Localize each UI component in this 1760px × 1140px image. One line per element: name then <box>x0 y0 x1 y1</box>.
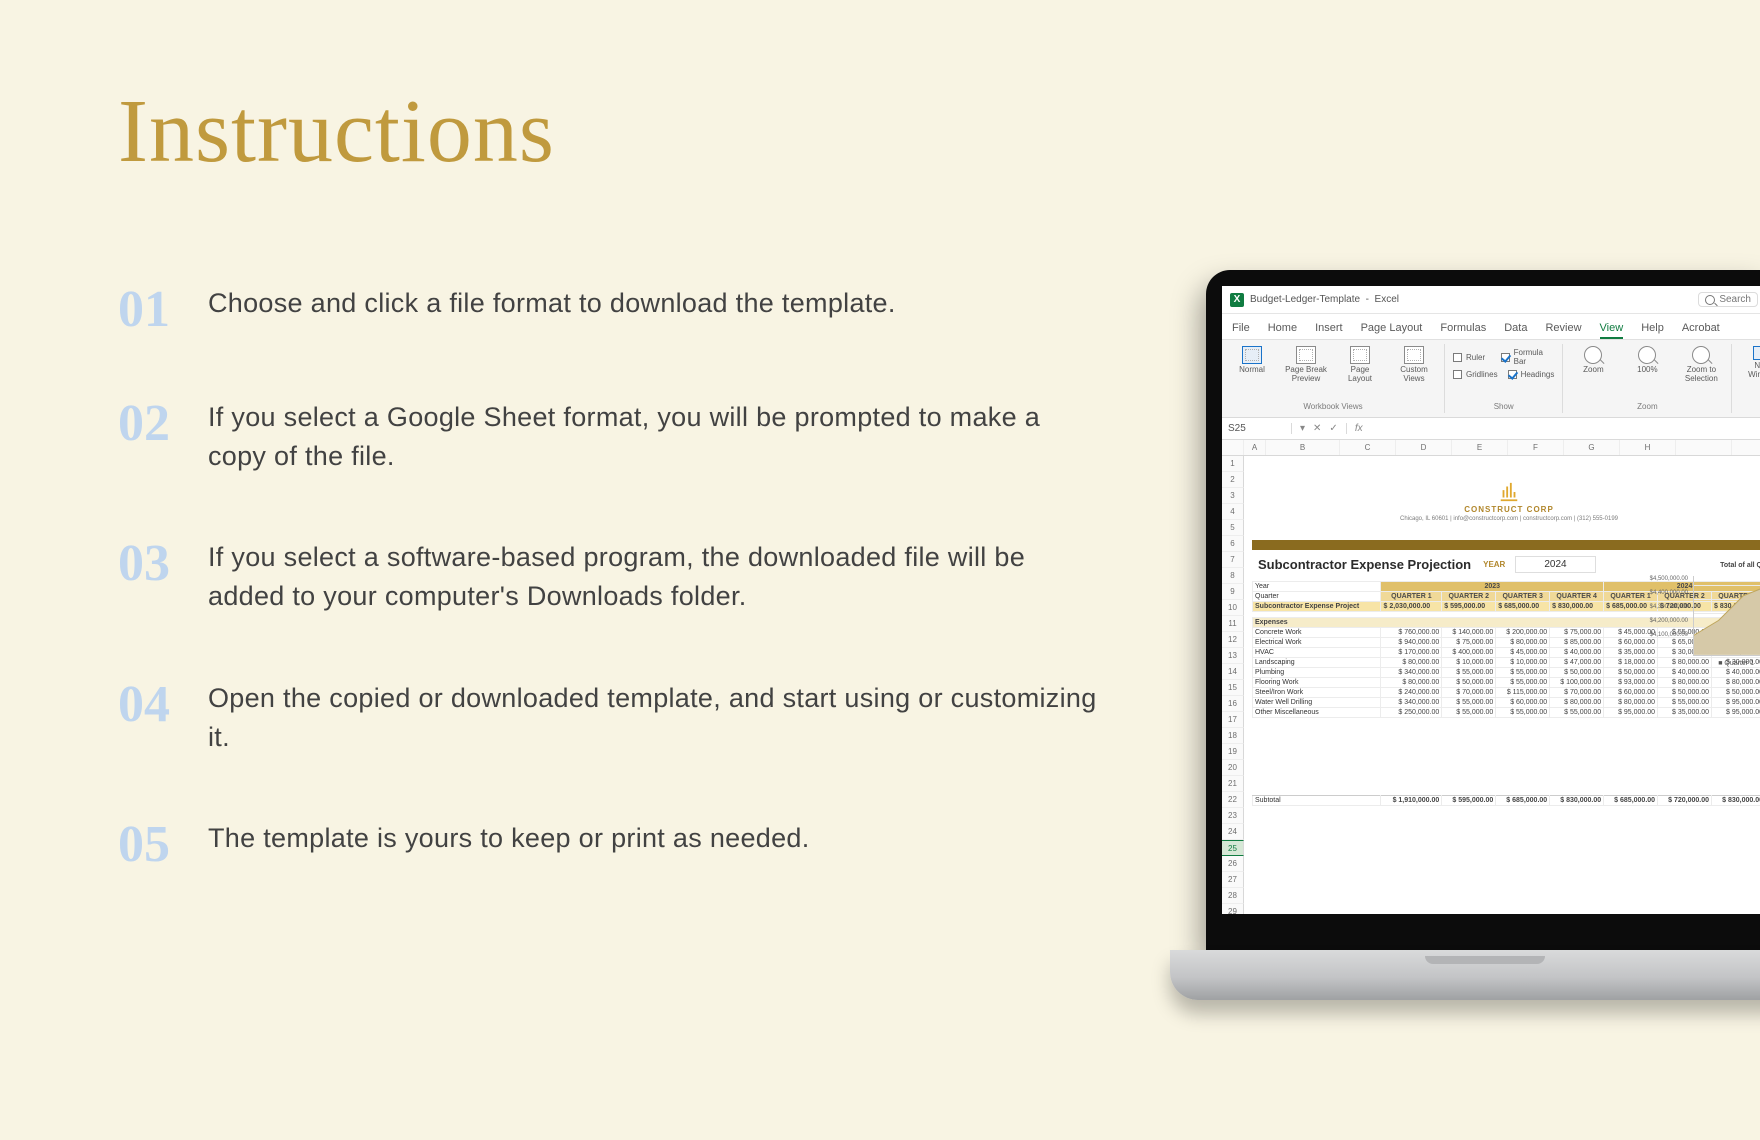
tab-data[interactable]: Data <box>1504 322 1527 339</box>
search-input[interactable]: Search <box>1698 292 1758 307</box>
gridlines-checkbox[interactable]: Gridlines <box>1453 370 1498 379</box>
tab-view[interactable]: View <box>1600 322 1624 339</box>
ribbon: Normal Page Break Preview Page Layout Cu… <box>1222 340 1760 418</box>
area-chart <box>1693 576 1760 656</box>
zoom-100-button[interactable]: 100% <box>1625 346 1669 375</box>
chart-ytick: $4,400,000.00 <box>1650 590 1688 596</box>
year-value[interactable]: 2024 <box>1515 556 1595 573</box>
chart-legend: ■ Quarter 1 <box>1718 660 1754 667</box>
formula-bar-checkbox[interactable]: Formula Bar <box>1501 348 1554 366</box>
year-label: YEAR <box>1483 560 1505 569</box>
search-icon <box>1705 295 1715 305</box>
step-number: 02 <box>118 394 208 450</box>
formula-bar: S25 ▾✕✓ fx <box>1222 418 1760 440</box>
company-header: CONSTRUCT CORP Chicago, IL 60601 | info@… <box>1252 466 1760 536</box>
divider-bar <box>1252 540 1760 550</box>
step-text: If you select a Google Sheet format, you… <box>208 394 1098 476</box>
row-headers: 1234567891011121314151617181920212223242… <box>1222 456 1244 914</box>
ribbon-tabs: File Home Insert Page Layout Formulas Da… <box>1222 314 1760 340</box>
tab-formulas[interactable]: Formulas <box>1440 322 1486 339</box>
excel-window: Budget-Ledger-Template - Excel Search Fi… <box>1222 286 1760 914</box>
tab-insert[interactable]: Insert <box>1315 322 1343 339</box>
chart-ytick: $4,300,000.00 <box>1650 604 1688 610</box>
step-text: Open the copied or downloaded template, … <box>208 675 1098 757</box>
page-break-preview-button[interactable]: Page Break Preview <box>1284 346 1328 384</box>
company-sub: Chicago, IL 60601 | info@constructcorp.c… <box>1400 516 1618 522</box>
list-item: 04 Open the copied or downloaded templat… <box>118 675 1098 757</box>
page-title: Instructions <box>118 80 555 183</box>
zoom-icon <box>1692 346 1710 364</box>
list-item: 01 Choose and click a file format to dow… <box>118 280 1098 336</box>
ruler-checkbox[interactable]: Ruler <box>1453 348 1485 366</box>
document-area: CONSTRUCT CORP Chicago, IL 60601 | info@… <box>1244 456 1760 914</box>
tab-home[interactable]: Home <box>1268 322 1297 339</box>
group-label: Show <box>1494 402 1514 411</box>
column-headers: AB C DE FG H <box>1222 440 1760 456</box>
building-icon <box>1498 481 1520 503</box>
window-icon <box>1753 346 1760 360</box>
fx-label: fx <box>1347 423 1371 434</box>
zoom-icon <box>1584 346 1602 364</box>
title-bar: Budget-Ledger-Template - Excel Search <box>1222 286 1760 314</box>
tab-acrobat[interactable]: Acrobat <box>1682 322 1720 339</box>
name-box[interactable]: S25 <box>1222 423 1292 434</box>
group-label: Zoom <box>1637 402 1657 411</box>
step-text: The template is yours to keep or print a… <box>208 815 810 858</box>
group-label: Workbook Views <box>1303 402 1362 411</box>
step-number: 03 <box>118 534 208 590</box>
step-text: If you select a software-based program, … <box>208 534 1098 616</box>
zoom-selection-button[interactable]: Zoom to Selection <box>1679 346 1723 384</box>
list-item: 02 If you select a Google Sheet format, … <box>118 394 1098 476</box>
normal-view-button[interactable]: Normal <box>1230 346 1274 375</box>
company-name: CONSTRUCT CORP <box>1464 505 1554 514</box>
page-layout-button[interactable]: Page Layout <box>1338 346 1382 384</box>
chart-ytick: $4,500,000.00 <box>1650 576 1688 582</box>
step-number: 01 <box>118 280 208 336</box>
tab-review[interactable]: Review <box>1545 322 1581 339</box>
instruction-list: 01 Choose and click a file format to dow… <box>118 280 1098 871</box>
zoom-icon <box>1638 346 1656 364</box>
ribbon-group-show: Ruler Formula Bar Gridlines Headings Sho… <box>1445 344 1563 413</box>
custom-views-button[interactable]: Custom Views <box>1392 346 1436 384</box>
laptop-mockup: Budget-Ledger-Template - Excel Search Fi… <box>1170 270 1760 1050</box>
new-window-button[interactable]: New Window <box>1740 346 1760 380</box>
chart-title: Total of all Q <box>1720 562 1760 569</box>
ribbon-group-views: Normal Page Break Preview Page Layout Cu… <box>1222 344 1445 413</box>
sheet-title: Subcontractor Expense Projection <box>1258 557 1471 572</box>
chart-ytick: $4,100,000.00 <box>1650 632 1688 638</box>
window-title: Budget-Ledger-Template - Excel <box>1250 294 1399 305</box>
excel-logo-icon <box>1230 293 1244 307</box>
data-table: Year20232024QuarterQUARTER 1QUARTER 2QUA… <box>1252 581 1760 806</box>
worksheet[interactable]: AB C DE FG H 123456789101112131415161718… <box>1222 440 1760 914</box>
laptop-bezel: Budget-Ledger-Template - Excel Search Fi… <box>1206 270 1760 950</box>
step-number: 05 <box>118 815 208 871</box>
step-number: 04 <box>118 675 208 731</box>
laptop-base <box>1170 950 1760 1000</box>
chart-ytick: $4,200,000.00 <box>1650 618 1688 624</box>
formula-controls: ▾✕✓ <box>1292 423 1347 434</box>
tab-help[interactable]: Help <box>1641 322 1664 339</box>
ribbon-group-window: New Window Arrange All F <box>1732 344 1760 413</box>
tab-file[interactable]: File <box>1232 322 1250 339</box>
list-item: 03 If you select a software-based progra… <box>118 534 1098 616</box>
headings-checkbox[interactable]: Headings <box>1508 370 1555 379</box>
tab-page-layout[interactable]: Page Layout <box>1361 322 1423 339</box>
ribbon-group-zoom: Zoom 100% Zoom to Selection Zoom <box>1563 344 1732 413</box>
step-text: Choose and click a file format to downlo… <box>208 280 896 323</box>
list-item: 05 The template is yours to keep or prin… <box>118 815 1098 871</box>
search-placeholder: Search <box>1719 294 1751 305</box>
zoom-button[interactable]: Zoom <box>1571 346 1615 375</box>
